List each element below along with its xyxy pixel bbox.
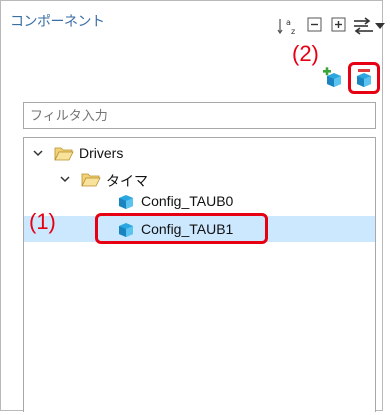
filter-input[interactable] [23,102,376,129]
annotation-label-1: (1) [29,209,56,234]
chevron-down-icon[interactable] [60,174,70,184]
expand-all-icon[interactable] [331,17,347,33]
annotation-label-2: (2) [292,41,319,66]
component-tree[interactable]: Drivers タイマ Config_TAUB0 Config_TAUB1 [23,137,376,412]
folder-open-icon [54,147,74,161]
tree-item-label: Config_TAUB0 [141,193,234,209]
sort-az-icon[interactable]: a z [277,17,301,35]
tree-item-label: タイマ [106,173,148,189]
chevron-down-icon[interactable] [33,148,43,158]
link-with-editor-icon[interactable] [353,17,375,35]
svg-text:a: a [286,18,291,27]
collapse-all-icon[interactable] [307,17,323,33]
folder-open-icon [81,173,101,187]
tree-item-label: Drivers [79,145,124,161]
component-cube-icon [119,195,133,209]
panel-title: コンポーネント [10,14,105,30]
components-panel: コンポーネント a z (2) フィルタ入力 Drivers タイマ Confi… [0,0,385,412]
panel-titlebar: コンポーネント a z [1,1,385,37]
tree-item-config-taub0[interactable]: Config_TAUB0 [24,189,375,214]
add-component-icon[interactable] [321,67,343,89]
annotation-highlight-box [95,213,268,244]
tree-item-drivers[interactable]: Drivers [24,141,375,166]
remove-component-button[interactable] [348,62,380,94]
view-menu-icon[interactable] [375,23,385,30]
remove-component-icon [357,69,371,87]
svg-text:z: z [291,27,295,35]
